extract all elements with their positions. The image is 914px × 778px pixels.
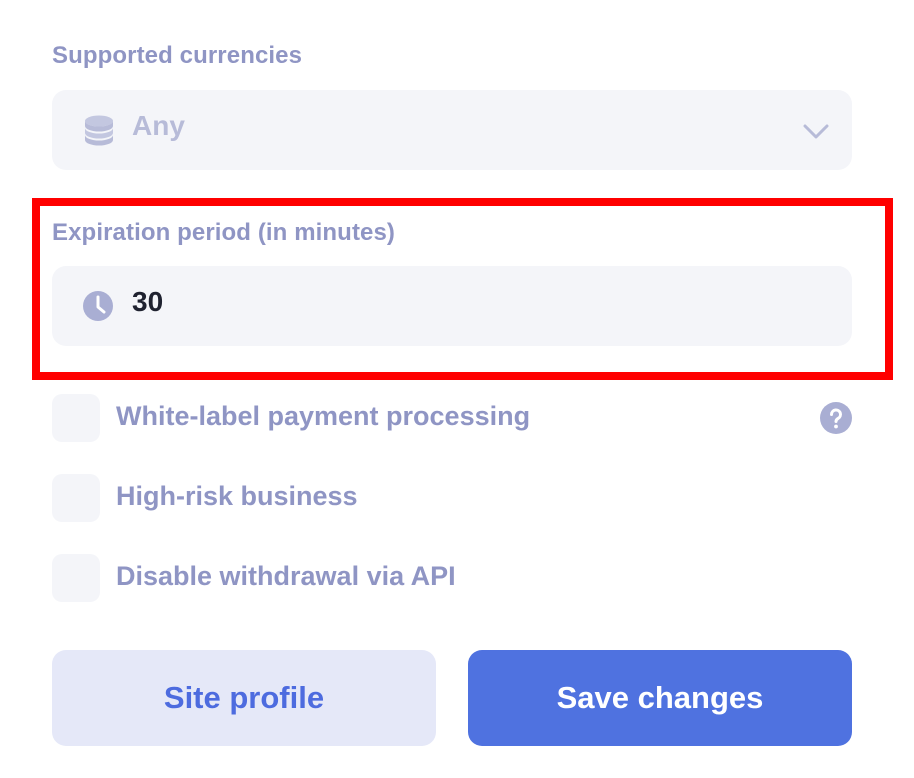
- question-mark-icon[interactable]: [820, 402, 852, 434]
- save-changes-button[interactable]: Save changes: [468, 650, 852, 746]
- currencies-label: Supported currencies: [52, 42, 303, 69]
- chevron-down-icon: [800, 115, 832, 147]
- high-risk-checkbox[interactable]: [52, 474, 100, 522]
- coins-stack-icon: [82, 112, 116, 148]
- white-label-label: White-label payment processing: [116, 401, 531, 431]
- currencies-value: Any: [132, 110, 185, 141]
- site-profile-button[interactable]: Site profile: [52, 650, 436, 746]
- high-risk-label: High-risk business: [116, 481, 358, 511]
- disable-withdrawal-option[interactable]: Disable withdrawal via API: [52, 554, 852, 602]
- high-risk-option[interactable]: High-risk business: [52, 474, 852, 522]
- white-label-checkbox[interactable]: [52, 394, 100, 442]
- clock-icon: [82, 288, 116, 324]
- expiration-input[interactable]: 30: [52, 266, 852, 346]
- disable-withdrawal-checkbox[interactable]: [52, 554, 100, 602]
- white-label-option[interactable]: White-label payment processing: [52, 394, 852, 442]
- expiration-value: 30: [132, 286, 164, 317]
- expiration-label: Expiration period (in minutes): [52, 219, 396, 246]
- disable-withdrawal-label: Disable withdrawal via API: [116, 561, 456, 591]
- currencies-select[interactable]: Any: [52, 90, 852, 170]
